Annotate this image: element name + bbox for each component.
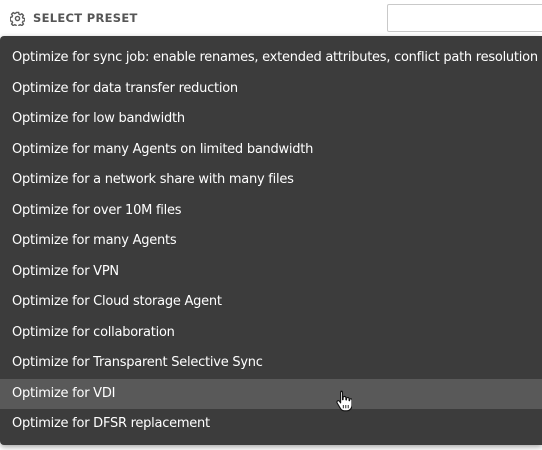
preset-header: SELECT PRESET <box>0 0 542 36</box>
preset-option-vdi[interactable]: Optimize for VDI <box>0 378 542 409</box>
preset-option-collaboration[interactable]: Optimize for collaboration <box>0 318 542 349</box>
preset-option-over-10m-files[interactable]: Optimize for over 10M files <box>0 196 542 227</box>
preset-option-low-bandwidth[interactable]: Optimize for low bandwidth <box>0 104 542 135</box>
preset-option-many-agents-limited-bandwidth[interactable]: Optimize for many Agents on limited band… <box>0 135 542 166</box>
search-input[interactable] <box>387 4 542 32</box>
preset-option-transparent-selective-sync[interactable]: Optimize for Transparent Selective Sync <box>0 348 542 379</box>
preset-option-cloud-storage-agent[interactable]: Optimize for Cloud storage Agent <box>0 287 542 318</box>
preset-option-data-transfer-reduction[interactable]: Optimize for data transfer reduction <box>0 74 542 105</box>
preset-option-network-share-many-files[interactable]: Optimize for a network share with many f… <box>0 165 542 196</box>
gear-icon <box>10 11 25 26</box>
preset-dropdown-menu: Optimize for sync job: enable renames, e… <box>0 36 542 445</box>
preset-option-many-agents[interactable]: Optimize for many Agents <box>0 226 542 257</box>
select-preset-label: SELECT PRESET <box>33 11 138 25</box>
preset-option-dfsr-replacement[interactable]: Optimize for DFSR replacement <box>0 409 542 440</box>
preset-option-sync-job[interactable]: Optimize for sync job: enable renames, e… <box>0 43 542 74</box>
select-preset-button[interactable]: SELECT PRESET <box>10 8 138 28</box>
preset-option-vpn[interactable]: Optimize for VPN <box>0 257 542 288</box>
